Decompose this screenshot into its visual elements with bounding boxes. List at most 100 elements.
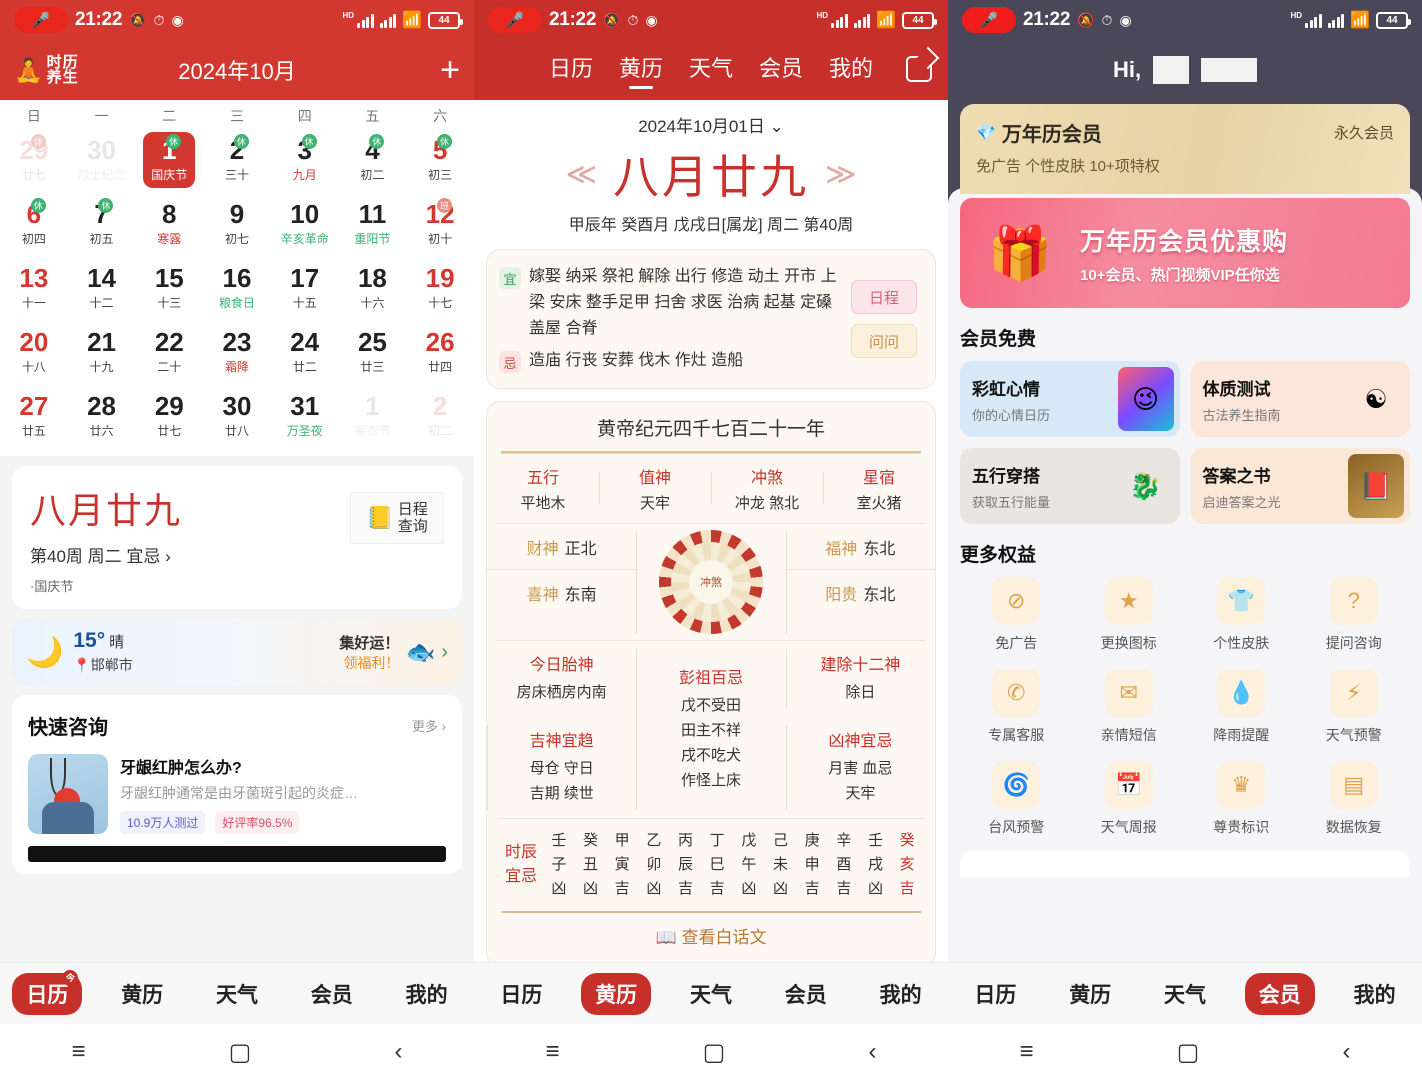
almanac-date-picker[interactable]: 2024年10月01日 ⌄	[474, 100, 948, 139]
calendar-day-29[interactable]: 休 29 廿七	[0, 128, 68, 192]
tab-黄历[interactable]: 黄历	[1055, 973, 1125, 1015]
tab-会员[interactable]: 会员	[297, 973, 367, 1015]
calendar-day-17[interactable]: 17 十五	[271, 256, 339, 320]
right-item-天气周报[interactable]: 📅 天气周报	[1073, 761, 1186, 837]
android-navbar[interactable]: ≡ ▢ ‹	[474, 1024, 948, 1080]
calendar-day-10[interactable]: 10 辛亥革命	[271, 192, 339, 256]
free-card-答案之书[interactable]: 答案之书 启迪答案之光 📕	[1190, 448, 1410, 524]
calendar-day-22[interactable]: 22 二十	[135, 320, 203, 384]
calendar-day-21[interactable]: 21 十九	[68, 320, 136, 384]
tab-天气[interactable]: 天气	[1150, 973, 1220, 1015]
vip-card[interactable]: 💎 万年历会员 永久会员 免广告 个性皮肤 10+项特权	[960, 104, 1410, 194]
calendar-day-1[interactable]: 休 1 国庆节	[135, 128, 203, 192]
tab-会员[interactable]: 会员	[1244, 972, 1315, 1015]
home-icon[interactable]: ▢	[229, 1038, 252, 1067]
menu-icon[interactable]: ≡	[546, 1038, 560, 1066]
bottom-tabbar[interactable]: 日历今黄历 天气 会员 我的	[0, 962, 474, 1024]
free-card-五行穿搭[interactable]: 五行穿搭 获取五行能量 🐉	[960, 448, 1180, 524]
tab-我的[interactable]: 我的	[866, 973, 936, 1015]
calendar-day-11[interactable]: 11 重阳节	[339, 192, 407, 256]
android-navbar[interactable]: ≡ ▢ ‹	[0, 1024, 474, 1080]
schedule-button[interactable]: 日程	[851, 280, 917, 314]
calendar-day-16[interactable]: 16 粮食日	[203, 256, 271, 320]
calendar-day-12[interactable]: 班 12 初十	[406, 192, 474, 256]
calendar-day-grid[interactable]: 休 29 廿七 30 烈士纪念休 1 国庆节休 2 三十休 3 九月休 4 初二休 5 初三休 6 初四休 7 初五…	[0, 128, 474, 448]
almanac-tab-我的[interactable]: 我的	[829, 51, 873, 89]
right-item-个性皮肤[interactable]: 👕 个性皮肤	[1185, 577, 1298, 653]
share-icon[interactable]	[906, 56, 932, 82]
right-item-台风预警[interactable]: 🌀 台风预警	[960, 761, 1073, 837]
weather-card[interactable]: 🌙 15° 晴 📍邯郸市 集好运！ 领福利！ 🐟 ›	[12, 619, 462, 685]
home-icon[interactable]: ▢	[703, 1038, 726, 1067]
list-item[interactable]: 牙龈红肿怎么办? 牙龈红肿通常是由牙菌斑引起的炎症… 10.9万人测过 好评率9…	[28, 754, 446, 834]
calendar-day-8[interactable]: 8 寒露	[135, 192, 203, 256]
back-icon[interactable]: ‹	[868, 1038, 876, 1066]
calendar-day-2[interactable]: 2 初二	[406, 384, 474, 448]
calendar-day-14[interactable]: 14 十二	[68, 256, 136, 320]
calendar-day-4[interactable]: 休 4 初二	[339, 128, 407, 192]
calendar-day-5[interactable]: 休 5 初三	[406, 128, 474, 192]
free-card-体质测试[interactable]: 体质测试 古法养生指南 ☯	[1190, 361, 1410, 437]
tab-日历[interactable]: 日历	[486, 973, 556, 1015]
almanac-tab-日历[interactable]: 日历	[549, 51, 593, 89]
right-item-更换图标[interactable]: ★ 更换图标	[1073, 577, 1186, 653]
tab-天气[interactable]: 天气	[202, 973, 272, 1015]
tab-会员[interactable]: 会员	[771, 973, 841, 1015]
android-navbar[interactable]: ≡ ▢ ‹	[948, 1024, 1422, 1080]
right-item-尊贵标识[interactable]: ♛ 尊贵标识	[1185, 761, 1298, 837]
calendar-day-13[interactable]: 13 十一	[0, 256, 68, 320]
prev-day-icon[interactable]: ≪	[566, 157, 597, 192]
free-card-彩虹心情[interactable]: 彩虹心情 你的心情日历 😉	[960, 361, 1180, 437]
bottom-tabbar[interactable]: 日历 黄历 天气 会员 我的	[474, 962, 948, 1024]
right-item-专属客服[interactable]: ✆ 专属客服	[960, 669, 1073, 745]
lucky-entry[interactable]: 集好运！ 领福利！ 🐟 ›	[339, 632, 448, 673]
calendar-day-24[interactable]: 24 廿二	[271, 320, 339, 384]
right-item-数据恢复[interactable]: ▤ 数据恢复	[1298, 761, 1411, 837]
ask-button[interactable]: 问问	[851, 324, 917, 358]
calendar-day-2[interactable]: 休 2 三十	[203, 128, 271, 192]
calendar-day-6[interactable]: 休 6 初四	[0, 192, 68, 256]
calendar-day-26[interactable]: 26 廿四	[406, 320, 474, 384]
schedule-search-button[interactable]: 📒 日程 查询	[350, 492, 444, 544]
lunar-summary-card[interactable]: 八月廿九 第40周 周二 宜忌 › ·国庆节 📒 日程 查询	[12, 466, 462, 609]
calendar-day-23[interactable]: 23 霜降	[203, 320, 271, 384]
right-item-亲情短信[interactable]: ✉ 亲情短信	[1073, 669, 1186, 745]
next-day-icon[interactable]: ≫	[825, 157, 856, 192]
add-event-button[interactable]: +	[440, 53, 460, 87]
promo-banner[interactable]: 🎁 万年历会员优惠购 10+会员、热门视频VIP任你选	[960, 198, 1410, 308]
right-item-天气预警[interactable]: ⚡ 天气预警	[1298, 669, 1411, 745]
menu-icon[interactable]: ≡	[72, 1038, 86, 1066]
tab-我的[interactable]: 我的	[392, 973, 462, 1015]
tab-天气[interactable]: 天气	[676, 973, 746, 1015]
calendar-day-19[interactable]: 19 十七	[406, 256, 474, 320]
right-item-提问咨询[interactable]: ? 提问咨询	[1298, 577, 1411, 653]
right-item-降雨提醒[interactable]: 💧 降雨提醒	[1185, 669, 1298, 745]
home-icon[interactable]: ▢	[1177, 1038, 1200, 1067]
calendar-day-7[interactable]: 休 7 初五	[68, 192, 136, 256]
calendar-day-3[interactable]: 休 3 九月	[271, 128, 339, 192]
calendar-day-18[interactable]: 18 十六	[339, 256, 407, 320]
tab-黄历[interactable]: 黄历	[581, 972, 652, 1015]
view-plain-text-button[interactable]: 📖 查看白话文	[501, 911, 921, 960]
calendar-day-15[interactable]: 15 十三	[135, 256, 203, 320]
back-icon[interactable]: ‹	[1342, 1038, 1350, 1066]
calendar-day-9[interactable]: 9 初七	[203, 192, 271, 256]
calendar-day-30[interactable]: 30 廿八	[203, 384, 271, 448]
calendar-day-25[interactable]: 25 廿三	[339, 320, 407, 384]
tab-日历[interactable]: 日历今	[12, 969, 83, 1015]
almanac-tab-黄历[interactable]: 黄历	[619, 51, 663, 89]
calendar-day-30[interactable]: 30 烈士纪念	[68, 128, 136, 192]
lunar-week-line[interactable]: 第40周 周二 宜忌 ›	[30, 542, 444, 567]
calendar-day-29[interactable]: 29 廿七	[135, 384, 203, 448]
back-icon[interactable]: ‹	[394, 1038, 402, 1066]
bottom-tabbar[interactable]: 日历 黄历 天气 会员 我的	[948, 962, 1422, 1024]
calendar-day-20[interactable]: 20 十八	[0, 320, 68, 384]
almanac-tab-会员[interactable]: 会员	[759, 51, 803, 89]
almanac-tab-天气[interactable]: 天气	[689, 51, 733, 89]
calendar-day-28[interactable]: 28 廿六	[68, 384, 136, 448]
calendar-day-27[interactable]: 27 廿五	[0, 384, 68, 448]
calendar-day-31[interactable]: 31 万圣夜	[271, 384, 339, 448]
tab-日历[interactable]: 日历	[960, 973, 1030, 1015]
right-item-免广告[interactable]: ⊘ 免广告	[960, 577, 1073, 653]
tab-黄历[interactable]: 黄历	[107, 973, 177, 1015]
